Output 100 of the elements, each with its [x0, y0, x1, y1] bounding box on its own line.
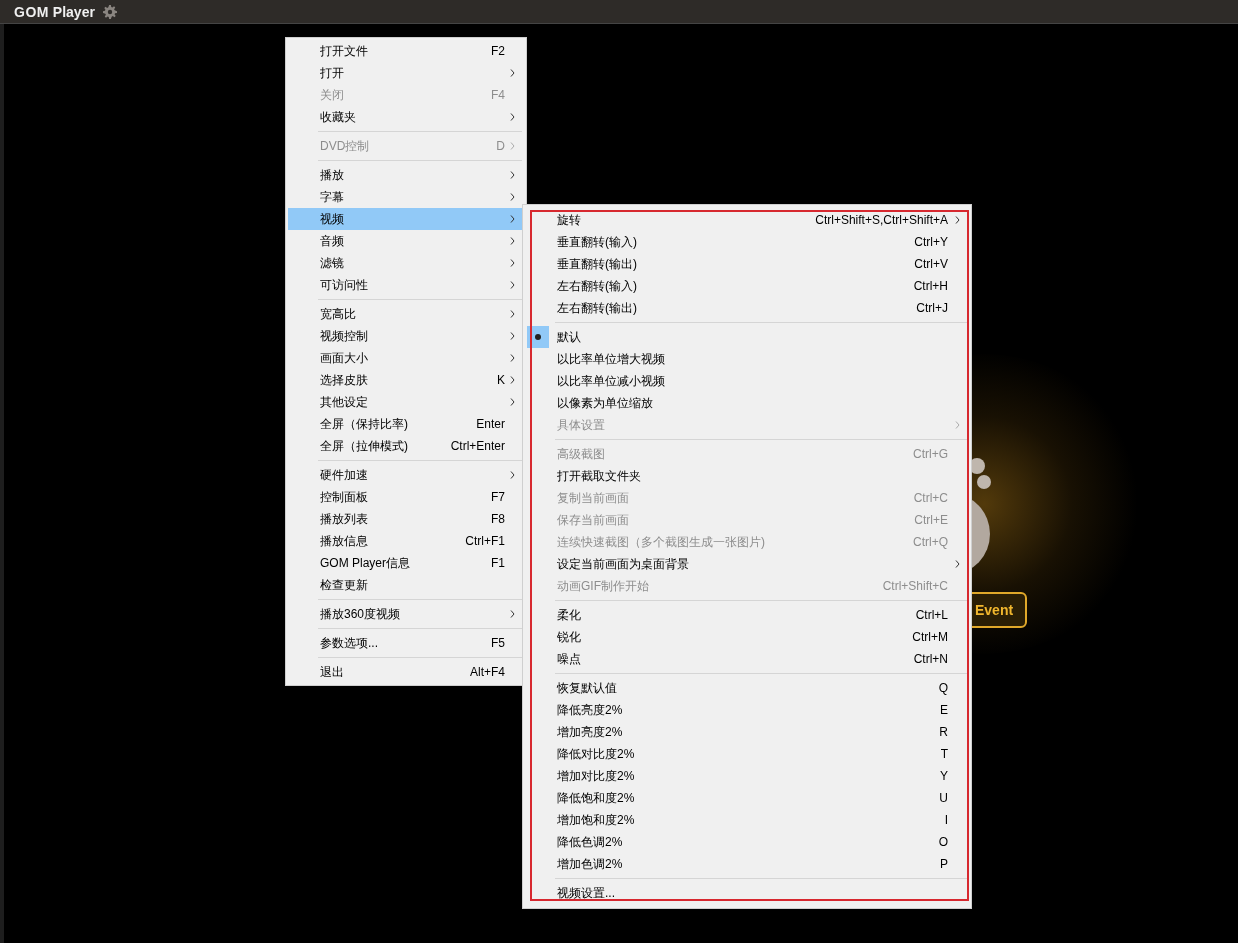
shortcut-label: Ctrl+F1 — [465, 534, 505, 548]
shortcut-label: F5 — [491, 636, 505, 650]
menu-item-label: 播放信息 — [320, 532, 368, 550]
menu-item[interactable]: 检查更新 — [288, 574, 524, 596]
shortcut-label: U — [939, 791, 948, 805]
menu-item[interactable]: 降低色调2% O — [525, 831, 969, 853]
menu-item[interactable]: 播放列表 F8 — [288, 508, 524, 530]
menu-item[interactable]: 退出 Alt+F4 — [288, 661, 524, 683]
menu-item-label: 左右翻转(输入) — [557, 277, 637, 295]
shortcut-label: Ctrl+G — [913, 447, 948, 461]
menu-item[interactable]: 宽高比 — [288, 303, 524, 325]
menu-item-label: 收藏夹 — [320, 108, 356, 126]
menu-item[interactable]: 增加亮度2% R — [525, 721, 969, 743]
shortcut-label: Ctrl+Y — [914, 235, 948, 249]
menu-item[interactable]: 打开文件 F2 — [288, 40, 524, 62]
menu-item-label: 设定当前画面为桌面背景 — [557, 555, 689, 573]
menu-item-label: 滤镜 — [320, 254, 344, 272]
shortcut-label: Ctrl+M — [912, 630, 948, 644]
menu-item-label: 降低对比度2% — [557, 745, 635, 763]
menu-item-label: 打开 — [320, 64, 344, 82]
shortcut-label: Ctrl+N — [913, 652, 948, 666]
menu-item-label: 左右翻转(输出) — [557, 299, 637, 317]
event-button[interactable]: Event — [969, 592, 1027, 628]
menu-item[interactable]: 画面大小 — [288, 347, 524, 369]
menu-item-label: 保存当前画面 — [557, 511, 629, 529]
menu-item[interactable]: 播放信息 Ctrl+F1 — [288, 530, 524, 552]
shortcut-label: T — [940, 747, 948, 761]
menu-item[interactable]: 全屏（保持比率) Enter — [288, 413, 524, 435]
menu-item[interactable]: 设定当前画面为桌面背景 — [525, 553, 969, 575]
menu-item-label: 高级截图 — [557, 445, 605, 463]
menu-item[interactable]: 播放360度视频 — [288, 603, 524, 625]
menu-item[interactable]: 全屏（拉伸模式) Ctrl+Enter — [288, 435, 524, 457]
shortcut-label: K — [497, 373, 505, 387]
menu-item-label: 可访问性 — [320, 276, 368, 294]
menu-item-label: 宽高比 — [320, 305, 356, 323]
menu-item[interactable]: 滤镜 — [288, 252, 524, 274]
menu-item-label: 噪点 — [557, 650, 581, 668]
shortcut-label: Ctrl+V — [914, 257, 948, 271]
menu-item[interactable]: 降低饱和度2% U — [525, 787, 969, 809]
menu-item-label: 控制面板 — [320, 488, 368, 506]
menu-item-label: 旋转 — [557, 211, 581, 229]
menu-item-label: 连续快速截图（多个截图生成一张图片) — [557, 533, 765, 551]
menu-item-label: 音频 — [320, 232, 344, 250]
menu-item-label: 降低色调2% — [557, 833, 623, 851]
menu-item-label: 降低饱和度2% — [557, 789, 635, 807]
shortcut-label: Ctrl+Shift+C — [882, 579, 948, 593]
menu-item-label: 增加亮度2% — [557, 723, 623, 741]
menu-item[interactable]: 可访问性 — [288, 274, 524, 296]
menu-item[interactable]: 增加饱和度2% I — [525, 809, 969, 831]
menu-item-label: 播放列表 — [320, 510, 368, 528]
settings-icon[interactable] — [102, 4, 117, 19]
menu-item[interactable]: 增加色调2% P — [525, 853, 969, 875]
menu-item-label: DVD控制 — [320, 137, 370, 155]
shortcut-label: O — [938, 835, 948, 849]
shortcut-label: Ctrl+Q — [913, 535, 948, 549]
menu-item[interactable]: 视频 — [288, 208, 524, 230]
menu-item[interactable]: 播放 — [288, 164, 524, 186]
menu-item[interactable]: 增加对比度2% Y — [525, 765, 969, 787]
shortcut-label: Q — [938, 681, 948, 695]
menu-item-label: 视频控制 — [320, 327, 368, 345]
menu-item-label: 降低亮度2% — [557, 701, 623, 719]
menu-item[interactable]: 打开 — [288, 62, 524, 84]
menu-item[interactable]: 字幕 — [288, 186, 524, 208]
menu-item-label: 退出 — [320, 663, 344, 681]
shortcut-label: Ctrl+H — [913, 279, 948, 293]
menu-item-label: 视频 — [320, 210, 344, 228]
menu-item[interactable]: 选择皮肤 K — [288, 369, 524, 391]
menu-item[interactable]: 控制面板 F7 — [288, 486, 524, 508]
menu-item-label: 参数选项... — [320, 634, 378, 652]
menu-item[interactable]: GOM Player信息 F1 — [288, 552, 524, 574]
menu-item-label: 以比率单位增大视频 — [557, 350, 665, 368]
menu-item[interactable]: 音频 — [288, 230, 524, 252]
shortcut-label: D — [496, 139, 505, 153]
menu-item[interactable]: 收藏夹 — [288, 106, 524, 128]
menu-item-label: 其他设定 — [320, 393, 368, 411]
app-logo: GOM Player — [14, 3, 95, 20]
shortcut-label: Ctrl+Enter — [450, 439, 505, 453]
menu-item-label: 以比率单位减小视频 — [557, 372, 665, 390]
menu-item-label: 具体设置 — [557, 416, 605, 434]
menu-item-label: 柔化 — [557, 606, 581, 624]
shortcut-label: Ctrl+C — [913, 491, 948, 505]
shortcut-label: E — [940, 703, 948, 717]
menu-item[interactable]: 默认 — [525, 326, 969, 348]
menu-item[interactable]: 旋转 Ctrl+Shift+S,Ctrl+Shift+A — [525, 209, 969, 231]
menu-item-label: 检查更新 — [320, 576, 368, 594]
menu-item[interactable]: 硬件加速 — [288, 464, 524, 486]
menu-item[interactable]: 视频设置... — [525, 882, 969, 904]
menu-item-label: 锐化 — [557, 628, 581, 646]
menu-item-label: 选择皮肤 — [320, 371, 368, 389]
menu-item[interactable]: 其他设定 — [288, 391, 524, 413]
menu-item-label: 画面大小 — [320, 349, 368, 367]
menu-item-label: 关闭 — [320, 86, 344, 104]
menu-item[interactable]: 降低对比度2% T — [525, 743, 969, 765]
shortcut-label: F4 — [491, 88, 505, 102]
menu-item[interactable]: 参数选项... F5 — [288, 632, 524, 654]
menu-item[interactable]: 降低亮度2% E — [525, 699, 969, 721]
menu-item[interactable]: 视频控制 — [288, 325, 524, 347]
shortcut-label: Ctrl+L — [915, 608, 948, 622]
shortcut-label: F7 — [491, 490, 505, 504]
menu-item-label: 硬件加速 — [320, 466, 368, 484]
